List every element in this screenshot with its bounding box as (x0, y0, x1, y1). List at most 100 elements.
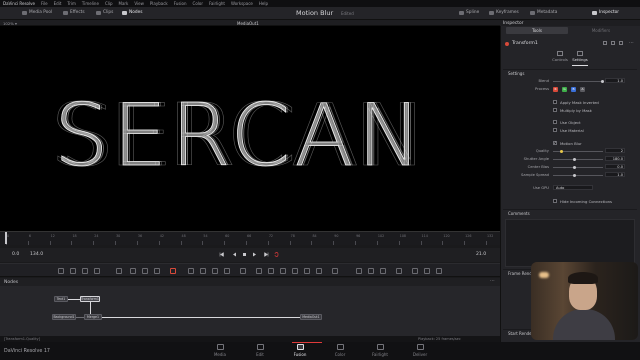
blend-slider[interactable] (553, 81, 603, 82)
blend-value[interactable]: 1.0 (605, 78, 625, 83)
tab-modifiers[interactable]: Modifiers (570, 27, 632, 34)
center-bias-knob[interactable] (573, 166, 576, 169)
particle-tool-icon[interactable] (170, 268, 176, 274)
menu-clip[interactable]: Clip (105, 1, 113, 6)
menu-fusion[interactable]: Fusion (174, 1, 187, 6)
menu-view[interactable]: View (134, 1, 144, 6)
text-tool-icon[interactable] (82, 268, 88, 274)
shape3d-tool-icon[interactable] (292, 268, 298, 274)
center-bias-value[interactable]: 0.0 (605, 164, 625, 169)
camera3d-tool-icon[interactable] (316, 268, 322, 274)
process-green-toggle[interactable]: G (562, 87, 567, 92)
ellipse-mask-icon[interactable] (240, 268, 246, 274)
blend-slider-knob[interactable] (601, 80, 604, 83)
viewer[interactable]: SERCAN SERCAN SERCAN SERCAN (0, 26, 500, 231)
current-time[interactable]: 21.0 (476, 252, 486, 257)
tracker-tool-icon[interactable] (188, 268, 194, 274)
section-settings[interactable]: Settings (503, 69, 637, 76)
more-options-icon[interactable]: ⋯ (490, 278, 495, 284)
loop-icon[interactable] (274, 252, 279, 257)
keyframes-button[interactable]: Keyframes (489, 10, 519, 15)
metadata-button[interactable]: Metadata (530, 10, 557, 15)
render-end[interactable]: 134.0 (30, 252, 43, 257)
apply-mask-inverted-checkbox[interactable] (553, 100, 557, 104)
quality-value[interactable]: 2 (605, 148, 625, 153)
inspector-button[interactable]: Inspector (592, 10, 619, 15)
hide-incoming-checkbox[interactable] (553, 199, 557, 203)
process-alpha-toggle[interactable]: A (580, 87, 585, 92)
blur-tool-icon[interactable] (116, 268, 122, 274)
spherical-camera-tool-icon[interactable] (436, 268, 442, 274)
loader-tool-icon[interactable] (142, 268, 148, 274)
use-material-checkbox[interactable] (553, 128, 557, 132)
image-plane-tool-icon[interactable] (380, 268, 386, 274)
tab-tools[interactable]: Tools (506, 27, 568, 34)
rectangle-mask-icon[interactable] (256, 268, 262, 274)
crop-tool-icon[interactable] (224, 268, 230, 274)
effects-button[interactable]: Effects (63, 10, 85, 15)
light-tool-icon[interactable] (412, 268, 418, 274)
background-tool-icon[interactable] (58, 268, 64, 274)
tool-header[interactable]: Transform1 ⋯ (503, 40, 637, 48)
page-fusion[interactable]: Fusion (285, 344, 315, 357)
motion-blur-checkbox[interactable] (553, 140, 557, 145)
node-mediaout1[interactable]: MediaOut1 (300, 314, 322, 320)
use-gpu-dropdown[interactable]: Auto (553, 185, 593, 190)
menu-workspace[interactable]: Workspace (231, 1, 253, 6)
process-red-toggle[interactable]: R (553, 87, 558, 92)
node-editor[interactable]: Text1 Transform1 Background1 Merge1 Medi… (0, 286, 500, 336)
polygon-mask-icon[interactable] (268, 268, 274, 274)
bspline-mask-icon[interactable] (280, 268, 286, 274)
node-merge1[interactable]: Merge1 (84, 314, 102, 320)
process-blue-toggle[interactable]: B (571, 87, 576, 92)
text3d-tool-icon[interactable] (396, 268, 402, 274)
media-pool-button[interactable]: Media Pool (22, 10, 52, 15)
section-comments[interactable]: Comments (503, 209, 637, 216)
menu-help[interactable]: Help (259, 1, 268, 6)
more-options-icon[interactable]: ⋯ (629, 40, 634, 46)
use-object-checkbox[interactable] (553, 120, 557, 124)
transform-tool-icon[interactable] (200, 268, 206, 274)
node-transform1[interactable]: Transform1 (80, 296, 100, 302)
page-edit[interactable]: Edit (245, 344, 275, 357)
center-bias-slider[interactable] (553, 167, 603, 168)
playhead[interactable] (5, 232, 7, 244)
page-deliver[interactable]: Deliver (405, 344, 435, 357)
menu-trim[interactable]: Trim (67, 1, 76, 6)
color-corrector-tool-icon[interactable] (130, 268, 136, 274)
multiply-by-mask-checkbox[interactable] (553, 108, 557, 112)
saver-tool-icon[interactable] (154, 268, 160, 274)
lock-icon[interactable] (603, 41, 607, 45)
reset-icon[interactable] (619, 41, 623, 45)
menu-edit[interactable]: Edit (54, 1, 62, 6)
spline-button[interactable]: Spline (459, 10, 479, 15)
shutter-angle-slider[interactable] (553, 159, 603, 160)
shutter-angle-value[interactable]: 180.0 (605, 156, 625, 161)
sample-spread-value[interactable]: 1.0 (605, 172, 625, 177)
versions-icon[interactable] (611, 41, 615, 45)
merge-tool-icon[interactable] (94, 268, 100, 274)
node-text1[interactable]: Text1 (54, 296, 68, 302)
play-reverse-icon[interactable] (232, 252, 237, 257)
sample-spread-slider[interactable] (553, 175, 603, 176)
prender-tool-icon[interactable] (368, 268, 374, 274)
go-to-start-icon[interactable] (219, 252, 224, 257)
paint-tool-icon[interactable] (70, 268, 76, 274)
menu-mark[interactable]: Mark (119, 1, 129, 6)
menu-fairlight[interactable]: Fairlight (209, 1, 225, 6)
menu-file[interactable]: File (41, 1, 48, 6)
menu-playback[interactable]: Playback (150, 1, 168, 6)
app-menu[interactable]: DaVinci Resolve (3, 1, 35, 6)
merge3d-tool-icon[interactable] (304, 268, 310, 274)
pemitter-tool-icon[interactable] (356, 268, 362, 274)
spot-light-tool-icon[interactable] (424, 268, 430, 274)
clips-button[interactable]: Clips (96, 10, 113, 15)
render-start[interactable]: 0.0 (12, 252, 19, 257)
page-media[interactable]: Media (205, 344, 235, 357)
play-icon[interactable] (252, 252, 257, 257)
stop-icon[interactable] (242, 252, 247, 257)
menu-timeline[interactable]: Timeline (82, 1, 99, 6)
shutter-angle-knob[interactable] (573, 158, 576, 161)
resize-tool-icon[interactable] (212, 268, 218, 274)
node-background1[interactable]: Background1 (52, 314, 76, 320)
